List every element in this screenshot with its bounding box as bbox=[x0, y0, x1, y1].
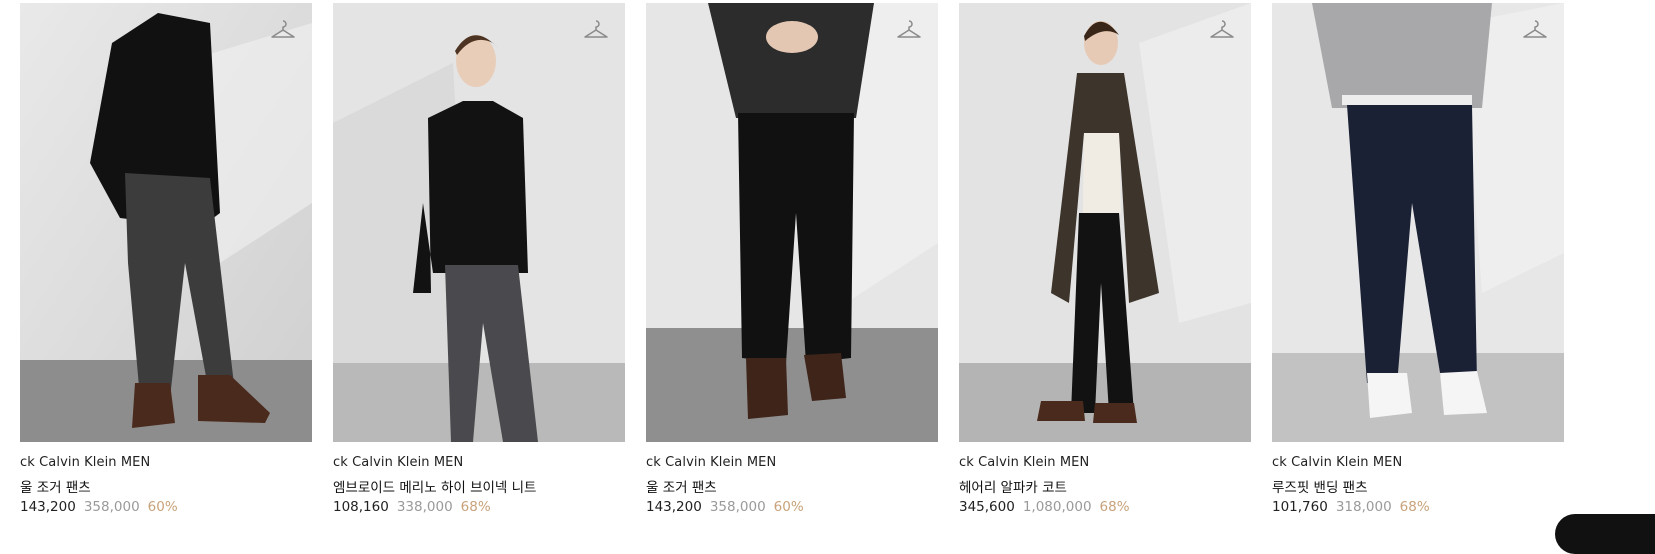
product-name[interactable]: 엠브로이드 메리노 하이 브이넥 니트 bbox=[333, 476, 536, 496]
product-prices: 143,200 358,000 60% bbox=[20, 499, 178, 515]
product-prices: 101,760 318,000 68% bbox=[1272, 499, 1430, 515]
sale-price: 101,760 bbox=[1272, 499, 1328, 515]
discount-rate: 60% bbox=[147, 499, 178, 515]
product-name[interactable]: 울 조거 팬츠 bbox=[646, 476, 717, 496]
product-photo bbox=[1272, 3, 1564, 442]
product-image[interactable] bbox=[20, 3, 312, 442]
original-price: 1,080,000 bbox=[1022, 499, 1092, 515]
original-price: 358,000 bbox=[83, 499, 140, 515]
floating-button[interactable] bbox=[1555, 514, 1655, 554]
product-card[interactable]: ck Calvin Klein MEN 엠브로이드 메리노 하이 브이넥 니트 … bbox=[333, 3, 625, 515]
sale-price: 345,600 bbox=[959, 499, 1015, 515]
product-photo bbox=[646, 3, 938, 442]
hanger-icon[interactable] bbox=[270, 19, 296, 41]
original-price: 338,000 bbox=[396, 499, 453, 515]
discount-rate: 68% bbox=[1099, 499, 1130, 515]
hanger-icon[interactable] bbox=[583, 19, 609, 41]
product-brand[interactable]: ck Calvin Klein MEN bbox=[20, 455, 150, 470]
original-price: 358,000 bbox=[709, 499, 766, 515]
sale-price: 143,200 bbox=[646, 499, 702, 515]
discount-rate: 68% bbox=[1399, 499, 1430, 515]
product-grid: ck Calvin Klein MEN 울 조거 팬츠 143,200 358,0… bbox=[0, 0, 1655, 548]
product-photo bbox=[333, 3, 625, 442]
product-prices: 108,160 338,000 68% bbox=[333, 499, 491, 515]
product-image[interactable] bbox=[959, 3, 1251, 442]
hanger-icon[interactable] bbox=[896, 19, 922, 41]
original-price: 318,000 bbox=[1335, 499, 1392, 515]
product-image[interactable] bbox=[1272, 3, 1564, 442]
product-name[interactable]: 울 조거 팬츠 bbox=[20, 476, 91, 496]
hanger-icon[interactable] bbox=[1522, 19, 1548, 41]
product-photo bbox=[20, 3, 312, 442]
product-brand[interactable]: ck Calvin Klein MEN bbox=[959, 455, 1089, 470]
product-card[interactable]: ck Calvin Klein MEN 울 조거 팬츠 143,200 358,0… bbox=[646, 3, 938, 515]
product-card[interactable]: ck Calvin Klein MEN 루즈핏 밴딩 팬츠 101,760 318… bbox=[1272, 3, 1564, 515]
product-brand[interactable]: ck Calvin Klein MEN bbox=[646, 455, 776, 470]
sale-price: 108,160 bbox=[333, 499, 389, 515]
product-name[interactable]: 헤어리 알파카 코트 bbox=[959, 476, 1067, 496]
product-prices: 143,200 358,000 60% bbox=[646, 499, 804, 515]
product-name[interactable]: 루즈핏 밴딩 팬츠 bbox=[1272, 476, 1368, 496]
product-brand[interactable]: ck Calvin Klein MEN bbox=[1272, 455, 1402, 470]
product-card[interactable]: ck Calvin Klein MEN 울 조거 팬츠 143,200 358,0… bbox=[20, 3, 312, 515]
product-brand[interactable]: ck Calvin Klein MEN bbox=[333, 455, 463, 470]
discount-rate: 60% bbox=[773, 499, 804, 515]
discount-rate: 68% bbox=[460, 499, 491, 515]
product-card[interactable]: ck Calvin Klein MEN 헤어리 알파카 코트 345,600 1,… bbox=[959, 3, 1251, 515]
product-image[interactable] bbox=[646, 3, 938, 442]
sale-price: 143,200 bbox=[20, 499, 76, 515]
hanger-icon[interactable] bbox=[1209, 19, 1235, 41]
product-image[interactable] bbox=[333, 3, 625, 442]
product-photo bbox=[959, 3, 1251, 442]
product-prices: 345,600 1,080,000 68% bbox=[959, 499, 1130, 515]
